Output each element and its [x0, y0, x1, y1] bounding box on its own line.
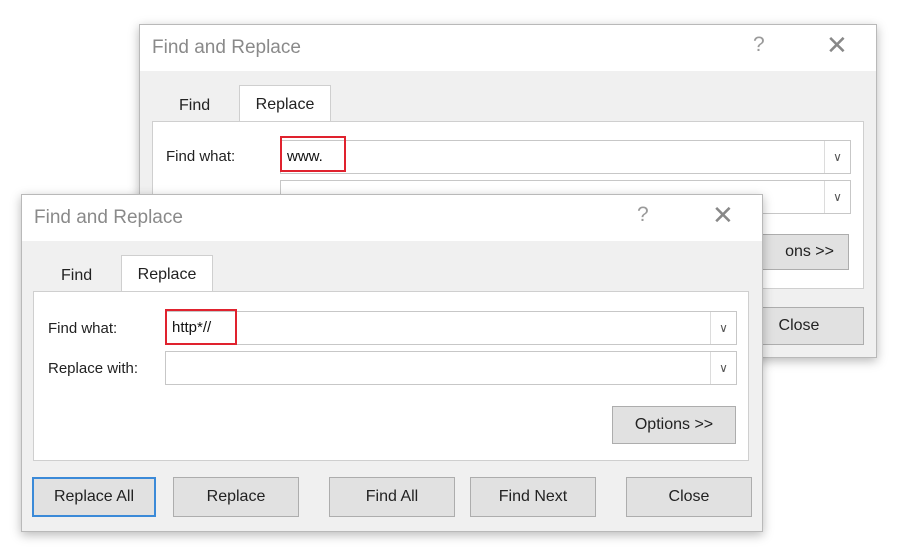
options-button[interactable]: Options >> — [612, 406, 736, 444]
front-titlebar: Find and Replace ? ✕ — [22, 195, 762, 241]
front-panel: Find what: http*// ∨ Replace with: ∨ Opt… — [33, 291, 749, 461]
help-icon[interactable]: ? — [637, 203, 649, 227]
close-icon[interactable]: ✕ — [826, 30, 848, 61]
find-value-highlight — [280, 136, 346, 172]
replace-all-button[interactable]: Replace All — [32, 477, 156, 517]
tab-replace[interactable]: Replace — [121, 255, 213, 292]
replace-button[interactable]: Replace — [173, 477, 299, 517]
chevron-down-icon[interactable]: ∨ — [710, 352, 736, 384]
back-dialog-title: Find and Replace — [152, 37, 301, 58]
replace-with-input[interactable]: ∨ — [165, 351, 737, 385]
tab-find[interactable]: Find — [179, 97, 210, 115]
tab-replace[interactable]: Replace — [239, 85, 331, 122]
find-what-input[interactable]: www. ∨ — [280, 140, 851, 174]
find-value-highlight — [165, 309, 237, 345]
front-dialog: Find and Replace ? ✕ Find Replace Find w… — [21, 194, 763, 532]
help-icon[interactable]: ? — [753, 33, 765, 57]
chevron-down-icon[interactable]: ∨ — [710, 312, 736, 344]
find-what-label: Find what: — [48, 320, 118, 337]
find-what-input[interactable]: http*// ∨ — [165, 311, 737, 345]
chevron-down-icon[interactable]: ∨ — [824, 181, 850, 213]
front-tabstrip: Find Replace — [22, 241, 762, 292]
replace-with-label: Replace with: — [48, 360, 139, 377]
close-button[interactable]: Close — [626, 477, 752, 517]
find-next-button[interactable]: Find Next — [470, 477, 596, 517]
front-dialog-title: Find and Replace — [34, 207, 183, 228]
tab-find[interactable]: Find — [61, 267, 92, 285]
close-icon[interactable]: ✕ — [712, 200, 734, 231]
chevron-down-icon[interactable]: ∨ — [824, 141, 850, 173]
find-what-label: Find what: — [166, 148, 236, 165]
back-tabstrip: Find Replace — [140, 71, 876, 122]
back-titlebar: Find and Replace ? ✕ — [140, 25, 876, 71]
find-all-button[interactable]: Find All — [329, 477, 455, 517]
